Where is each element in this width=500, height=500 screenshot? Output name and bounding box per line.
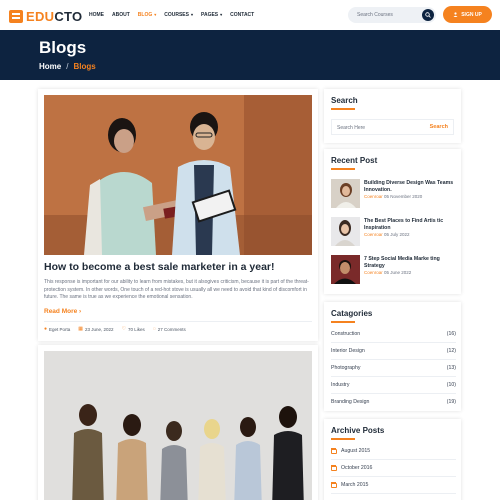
- breadcrumb-home[interactable]: Home: [39, 62, 61, 71]
- book-icon: [9, 10, 23, 23]
- meta-date: ▦ 23 June, 2022: [78, 326, 114, 332]
- nav-item-home[interactable]: HOME: [89, 12, 104, 18]
- calendar-icon: ▦: [78, 326, 84, 332]
- sidebar-search-button[interactable]: Search: [430, 124, 448, 130]
- sidebar-search-input[interactable]: Search Here Search: [331, 119, 454, 135]
- post-image[interactable]: [44, 351, 312, 500]
- meta-likes[interactable]: ♡ 70 Likes: [122, 326, 145, 332]
- header-search-button[interactable]: [422, 9, 434, 21]
- comment-icon: ◌: [152, 326, 156, 332]
- main-nav: HOME ABOUT BLOG ▾ COURSES ▾ PAGES ▾ CONTACT: [89, 12, 254, 18]
- folder-icon: [331, 481, 337, 488]
- recent-post-title[interactable]: 7 Step Social Media Marke ting Strategy: [364, 256, 456, 269]
- nav-item-about[interactable]: ABOUT: [112, 12, 130, 18]
- site-header: EDUCTO HOME ABOUT BLOG ▾ COURSES ▾ PAGES ▾ …: [0, 0, 500, 30]
- categories-widget: Catagories Construction (16) Interior Des…: [324, 302, 461, 411]
- post-photo-group-students: [44, 351, 312, 500]
- chevron-down-icon: ▾: [154, 12, 157, 17]
- widget-title: Recent Post: [331, 156, 378, 165]
- archive-item[interactable]: August 2015: [331, 443, 456, 460]
- category-item[interactable]: Branding Design (19): [331, 394, 456, 411]
- recent-post-date: Coenroar 05 June 2022: [364, 270, 412, 275]
- archive-item[interactable]: October 2016: [331, 460, 456, 477]
- category-item[interactable]: Photography (13): [331, 360, 456, 377]
- category-item[interactable]: Construction (16): [331, 326, 456, 343]
- recent-post-item[interactable]: Building Diverse Design Was Teams Innova…: [331, 179, 456, 211]
- breadcrumb-current: Blogs: [73, 62, 96, 71]
- divider: [44, 321, 312, 322]
- search-widget: Search Search Here Search: [324, 89, 461, 143]
- nav-item-blog[interactable]: BLOG ▾: [138, 12, 156, 18]
- user-icon: [453, 12, 458, 17]
- recent-post-title[interactable]: Building Diverse Design Was Teams Innova…: [364, 180, 456, 193]
- post-image[interactable]: [44, 95, 312, 255]
- breadcrumb-separator: /: [66, 62, 69, 71]
- signup-button[interactable]: SIGN UP: [443, 6, 492, 23]
- post-excerpt: This response is important for our abili…: [44, 279, 309, 300]
- nav-item-courses[interactable]: COURSES ▾: [164, 12, 193, 18]
- post-photo-two-students: [44, 95, 312, 255]
- folder-icon: [331, 447, 337, 454]
- recent-post-date: Coenroar 05 November 2020: [364, 194, 423, 199]
- meta-comments[interactable]: ◌ 27 Comments: [153, 326, 186, 332]
- arrow-right-icon: ›: [79, 308, 82, 315]
- post-title[interactable]: How to become a best sale marketer in a …: [44, 261, 312, 273]
- recent-post-title[interactable]: The Best Places to Find Artis tic Inspir…: [364, 218, 456, 231]
- read-more-link[interactable]: Read More ›: [44, 308, 81, 315]
- widget-title: Search: [331, 96, 358, 105]
- nav-item-contact[interactable]: CONTACT: [230, 12, 254, 18]
- category-item[interactable]: Interior Design (12): [331, 343, 456, 360]
- title-underline: [331, 321, 355, 323]
- recent-post-item[interactable]: The Best Places to Find Artis tic Inspir…: [331, 217, 456, 249]
- thumbs-up-icon: ♡: [121, 326, 127, 332]
- widget-title: Archive Posts: [331, 426, 385, 435]
- blog-post-card: [38, 345, 318, 500]
- recent-post-thumb[interactable]: [331, 255, 360, 284]
- chevron-down-icon: ▾: [190, 12, 193, 17]
- breadcrumb: Home / Blogs: [39, 62, 96, 71]
- post-meta: ● Eget Porta ▦ 23 June, 2022 ♡ 70 Likes ◌ 27…: [44, 326, 186, 332]
- page-title: Blogs: [39, 38, 87, 57]
- logo-text: EDUCTO: [26, 9, 83, 24]
- title-underline: [331, 168, 355, 170]
- category-item[interactable]: Industry (10): [331, 377, 456, 394]
- search-icon: [425, 12, 431, 18]
- recent-post-item[interactable]: 7 Step Social Media Marke ting Strategy …: [331, 255, 456, 287]
- recent-post-thumb[interactable]: [331, 217, 360, 246]
- archive-item[interactable]: March 2015: [331, 477, 456, 494]
- folder-icon: [331, 464, 337, 471]
- page-banner: Blogs Home / Blogs: [0, 30, 500, 80]
- title-underline: [331, 108, 355, 110]
- title-underline: [331, 438, 355, 440]
- header-search-input[interactable]: Search Courses: [348, 7, 436, 23]
- site-logo[interactable]: EDUCTO: [9, 9, 82, 24]
- recent-post-thumb[interactable]: [331, 179, 360, 208]
- blog-post-card: How to become a best sale marketer in a …: [38, 89, 318, 341]
- recent-posts-widget: Recent Post Building Diverse Design Was …: [324, 149, 461, 294]
- meta-author[interactable]: ● Eget Porta: [44, 326, 70, 332]
- widget-title: Catagories: [331, 309, 373, 318]
- archive-widget: Archive Posts August 2015 October 2016 M…: [324, 419, 461, 500]
- user-icon: ●: [44, 326, 48, 332]
- nav-item-pages[interactable]: PAGES ▾: [201, 12, 222, 18]
- recent-post-date: Coenroar 05 July 2022: [364, 232, 410, 237]
- chevron-down-icon: ▾: [220, 12, 223, 17]
